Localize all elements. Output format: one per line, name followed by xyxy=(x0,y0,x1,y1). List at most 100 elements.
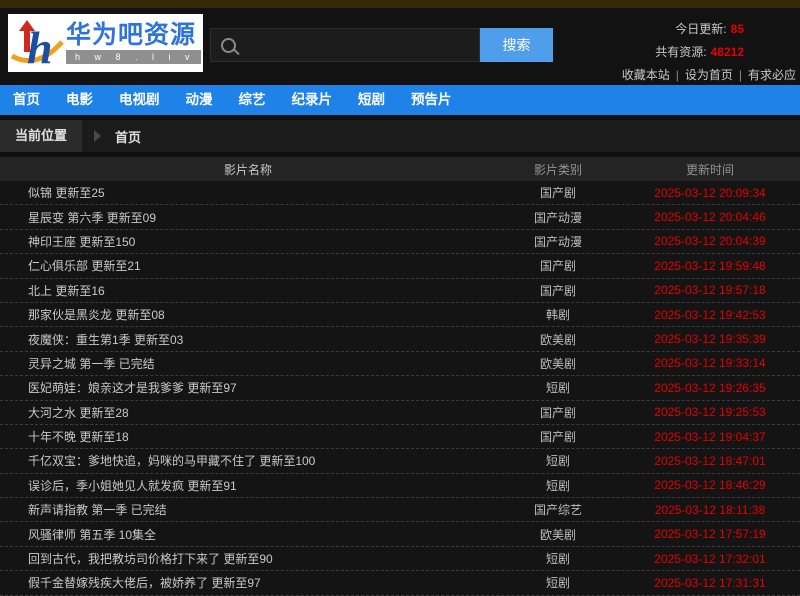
movie-title[interactable]: 假千金替嫁残疾大佬后，被娇养了 更新至97 xyxy=(0,574,496,591)
movie-update-time: 2025-03-12 20:04:39 xyxy=(620,234,800,248)
table-row[interactable]: 仁心俱乐部 更新至21国产剧2025-03-12 19:59:48 xyxy=(0,254,800,278)
table-row[interactable]: 风骚律师 第五季 10集全欧美剧2025-03-12 17:57:19 xyxy=(0,522,800,546)
movie-title[interactable]: 北上 更新至16 xyxy=(0,282,496,299)
movie-title[interactable]: 新声请指教 第一季 已完结 xyxy=(0,501,496,518)
movie-category[interactable]: 短剧 xyxy=(496,477,620,494)
table-row[interactable]: 误诊后，季小姐她见人就发疯 更新至91短剧2025-03-12 18:46:29 xyxy=(0,474,800,498)
movie-update-time: 2025-03-12 18:47:01 xyxy=(620,454,800,468)
movie-title[interactable]: 回到古代，我把教坊司价格打下来了 更新至90 xyxy=(0,550,496,567)
movie-title[interactable]: 十年不晚 更新至18 xyxy=(0,428,496,445)
movie-update-time: 2025-03-12 19:26:35 xyxy=(620,381,800,395)
site-logo[interactable]: h 华为吧资源 h w 8 . l i v e xyxy=(8,14,203,72)
movie-title[interactable]: 夜魔侠：重生第1季 更新至03 xyxy=(0,331,496,348)
nav-item-3[interactable]: 电视剧 xyxy=(106,85,173,115)
table-row[interactable]: 新声请指教 第一季 已完结国产综艺2025-03-12 18:11:38 xyxy=(0,498,800,522)
movie-category[interactable]: 欧美剧 xyxy=(496,331,620,348)
table-body: 似锦 更新至25国产剧2025-03-12 20:09:34星辰变 第六季 更新… xyxy=(0,181,800,596)
movie-title[interactable]: 千亿双宝：爹地快追，妈咪的马甲藏不住了 更新至100 xyxy=(0,452,496,469)
col-header-name: 影片名称 xyxy=(0,161,496,178)
nav-item-1[interactable]: 首页 xyxy=(0,85,53,115)
movie-category[interactable]: 韩剧 xyxy=(496,306,620,323)
table-row[interactable]: 似锦 更新至25国产剧2025-03-12 20:09:34 xyxy=(0,181,800,205)
link-separator: | xyxy=(676,68,679,82)
col-header-time: 更新时间 xyxy=(620,161,800,178)
breadcrumb: 当前位置 首页 xyxy=(0,120,800,152)
table-row[interactable]: 夜魔侠：重生第1季 更新至03欧美剧2025-03-12 19:35:39 xyxy=(0,327,800,351)
stat-value: 85 xyxy=(731,22,744,36)
movie-category[interactable]: 欧美剧 xyxy=(496,355,620,372)
table-row[interactable]: 北上 更新至16国产剧2025-03-12 19:57:18 xyxy=(0,279,800,303)
movie-update-time: 2025-03-12 19:42:53 xyxy=(620,308,800,322)
movie-category[interactable]: 国产动漫 xyxy=(496,233,620,250)
nav-item-6[interactable]: 纪录片 xyxy=(279,85,346,115)
quick-link[interactable]: 收藏本站 xyxy=(622,68,670,82)
page: h 华为吧资源 h w 8 . l i v e 搜索 今日更新: 85 共有资源: 4… xyxy=(0,0,800,596)
table-row[interactable]: 大河之水 更新至28国产剧2025-03-12 19:25:53 xyxy=(0,401,800,425)
quick-link[interactable]: 有求必应 xyxy=(748,68,796,82)
movie-title[interactable]: 医妃萌娃：娘亲这才是我爹爹 更新至97 xyxy=(0,379,496,396)
stat-label: 共有资源: xyxy=(655,45,706,59)
svg-text:h: h xyxy=(27,22,53,70)
table-row[interactable]: 千亿双宝：爹地快追，妈咪的马甲藏不住了 更新至100短剧2025-03-12 1… xyxy=(0,449,800,473)
stat-line: 共有资源: 48212 xyxy=(622,41,796,64)
movie-category[interactable]: 国产剧 xyxy=(496,184,620,201)
movie-category[interactable]: 短剧 xyxy=(496,574,620,591)
table-row[interactable]: 假千金替嫁残疾大佬后，被娇养了 更新至97短剧2025-03-12 17:31:… xyxy=(0,571,800,595)
movie-update-time: 2025-03-12 19:35:39 xyxy=(620,332,800,346)
movie-update-time: 2025-03-12 20:09:34 xyxy=(620,186,800,200)
search-input[interactable] xyxy=(236,29,479,61)
movie-update-time: 2025-03-12 17:57:19 xyxy=(620,527,800,541)
movie-category[interactable]: 短剧 xyxy=(496,550,620,567)
table-row[interactable]: 那家伙是黑炎龙 更新至08韩剧2025-03-12 19:42:53 xyxy=(0,303,800,327)
search-icon xyxy=(221,38,236,53)
movie-update-time: 2025-03-12 19:33:14 xyxy=(620,356,800,370)
table-row[interactable]: 灵异之城 第一季 已完结欧美剧2025-03-12 19:33:14 xyxy=(0,352,800,376)
table-row[interactable]: 星辰变 第六季 更新至09国产动漫2025-03-12 20:04:46 xyxy=(0,205,800,229)
logo-title: 华为吧资源 xyxy=(66,22,201,49)
movie-category[interactable]: 短剧 xyxy=(496,452,620,469)
site-header: h 华为吧资源 h w 8 . l i v e 搜索 今日更新: 85 共有资源: 4… xyxy=(0,8,800,85)
table-row[interactable]: 回到古代，我把教坊司价格打下来了 更新至90短剧2025-03-12 17:32… xyxy=(0,547,800,571)
movie-title[interactable]: 风骚律师 第五季 10集全 xyxy=(0,526,496,543)
nav-item-2[interactable]: 电影 xyxy=(53,85,106,115)
main-nav: 首页电影电视剧动漫综艺纪录片短剧预告片 xyxy=(0,85,800,115)
table-row[interactable]: 神印王座 更新至150国产动漫2025-03-12 20:04:39 xyxy=(0,230,800,254)
movie-category[interactable]: 国产综艺 xyxy=(496,501,620,518)
table-header-row: 影片名称 影片类别 更新时间 xyxy=(0,157,800,181)
movie-title[interactable]: 似锦 更新至25 xyxy=(0,184,496,201)
logo-h-icon: h xyxy=(10,16,64,70)
movie-category[interactable]: 欧美剧 xyxy=(496,526,620,543)
movie-title[interactable]: 仁心俱乐部 更新至21 xyxy=(0,257,496,274)
stat-label: 今日更新: xyxy=(675,22,726,36)
movie-category[interactable]: 国产剧 xyxy=(496,404,620,421)
table-row[interactable]: 医妃萌娃：娘亲这才是我爹爹 更新至97短剧2025-03-12 19:26:35 xyxy=(0,376,800,400)
breadcrumb-home-link[interactable]: 首页 xyxy=(115,127,141,146)
movie-category[interactable]: 国产动漫 xyxy=(496,209,620,226)
movie-category[interactable]: 短剧 xyxy=(496,379,620,396)
movie-category[interactable]: 国产剧 xyxy=(496,282,620,299)
quick-link[interactable]: 设为首页 xyxy=(685,68,733,82)
stat-value: 48212 xyxy=(711,45,744,59)
logo-text: 华为吧资源 h w 8 . l i v e xyxy=(66,22,201,64)
nav-item-8[interactable]: 预告片 xyxy=(398,85,465,115)
logo-subtitle: h w 8 . l i v e xyxy=(66,50,201,64)
movie-update-time: 2025-03-12 19:04:37 xyxy=(620,430,800,444)
movie-category[interactable]: 国产剧 xyxy=(496,428,620,445)
movie-title[interactable]: 大河之水 更新至28 xyxy=(0,404,496,421)
movie-title[interactable]: 误诊后，季小姐她见人就发疯 更新至91 xyxy=(0,477,496,494)
movie-update-time: 2025-03-12 19:59:48 xyxy=(620,259,800,273)
movie-title[interactable]: 那家伙是黑炎龙 更新至08 xyxy=(0,306,496,323)
movie-title[interactable]: 星辰变 第六季 更新至09 xyxy=(0,209,496,226)
nav-item-5[interactable]: 综艺 xyxy=(226,85,279,115)
search-box[interactable] xyxy=(210,28,480,62)
nav-item-4[interactable]: 动漫 xyxy=(173,85,226,115)
nav-item-7[interactable]: 短剧 xyxy=(345,85,398,115)
search-button[interactable]: 搜索 xyxy=(480,28,553,62)
movie-title[interactable]: 灵异之城 第一季 已完结 xyxy=(0,355,496,372)
movie-title[interactable]: 神印王座 更新至150 xyxy=(0,233,496,250)
movie-category[interactable]: 国产剧 xyxy=(496,257,620,274)
breadcrumb-label: 当前位置 xyxy=(0,120,82,152)
movie-update-time: 2025-03-12 18:46:29 xyxy=(620,478,800,492)
stat-line: 今日更新: 85 xyxy=(622,18,796,41)
table-row[interactable]: 十年不晚 更新至18国产剧2025-03-12 19:04:37 xyxy=(0,425,800,449)
